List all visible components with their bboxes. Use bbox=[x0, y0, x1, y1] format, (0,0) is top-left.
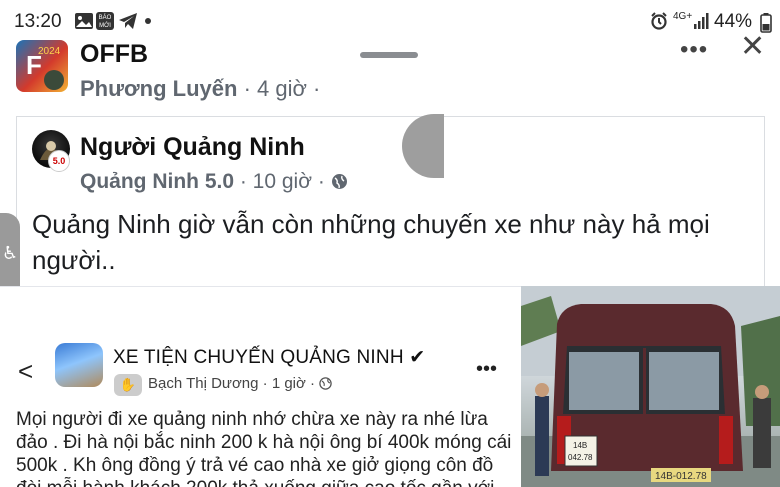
shared-post-text: Quảng Ninh giờ vẫn còn những chuyến xe n… bbox=[32, 209, 710, 275]
svg-text:2024: 2024 bbox=[38, 46, 61, 57]
drag-handle[interactable] bbox=[360, 52, 418, 58]
van-photo[interactable]: 14B 042.78 14B-012.78 bbox=[521, 286, 780, 487]
baomoi-icon: BÁO MỚI bbox=[96, 12, 114, 30]
author-name[interactable]: Phương Luyến bbox=[80, 76, 237, 101]
embedded-group-avatar bbox=[55, 343, 103, 387]
group-avatar[interactable]: F 2024 bbox=[16, 40, 68, 92]
page-badge: 5.0 bbox=[48, 150, 70, 172]
embedded-group-title: XE TIỆN CHUYẾN QUẢNG NINH ✔ bbox=[113, 347, 426, 368]
shared-page-name[interactable]: Người Quảng Ninh bbox=[80, 133, 305, 162]
embedded-author-line: Bạch Thị Dương · 1 giờ · bbox=[148, 375, 332, 394]
network-label: 4G+ bbox=[673, 11, 693, 22]
plate-top: 14B bbox=[573, 441, 587, 450]
plate-side: 14B-012.78 bbox=[655, 471, 707, 482]
post-author-line: Phương Luyến · 4 giờ · bbox=[80, 76, 320, 102]
status-bar: 13:20 BÁO MỚI 4G+ 44% bbox=[0, 0, 780, 40]
close-button[interactable]: ✕ bbox=[740, 32, 765, 62]
embedded-author-avatar: ✋ bbox=[114, 374, 142, 396]
gallery-icon bbox=[74, 12, 94, 35]
embedded-more-icon: ••• bbox=[476, 358, 498, 380]
status-time: 13:20 bbox=[14, 11, 62, 32]
alarm-icon bbox=[650, 12, 668, 35]
embedded-globe-icon bbox=[319, 377, 332, 394]
shared-post-time: · 10 giờ · bbox=[239, 170, 325, 193]
shared-page-meta: Quảng Ninh 5.0 · 10 giờ · bbox=[80, 170, 348, 196]
dot-icon bbox=[145, 18, 151, 24]
globe-icon bbox=[331, 172, 348, 196]
post-time: · 4 giờ · bbox=[243, 76, 321, 101]
more-options-button[interactable]: ••• bbox=[680, 36, 708, 64]
embedded-post-text: Mọi người đi xe quảng ninh nhớ chừa xe n… bbox=[16, 409, 512, 487]
telegram-icon bbox=[118, 12, 138, 35]
embedded-author-name: Bạch Thị Dương bbox=[148, 375, 259, 392]
plate-bottom: 042.78 bbox=[568, 453, 593, 462]
group-name[interactable]: OFFB bbox=[80, 40, 148, 69]
shared-page-sub[interactable]: Quảng Ninh 5.0 bbox=[80, 170, 234, 193]
back-icon: < bbox=[18, 356, 34, 386]
signal-icon bbox=[693, 12, 709, 35]
embedded-time: · 1 giờ · bbox=[262, 375, 316, 392]
accessibility-icon: ♿ bbox=[2, 243, 19, 263]
